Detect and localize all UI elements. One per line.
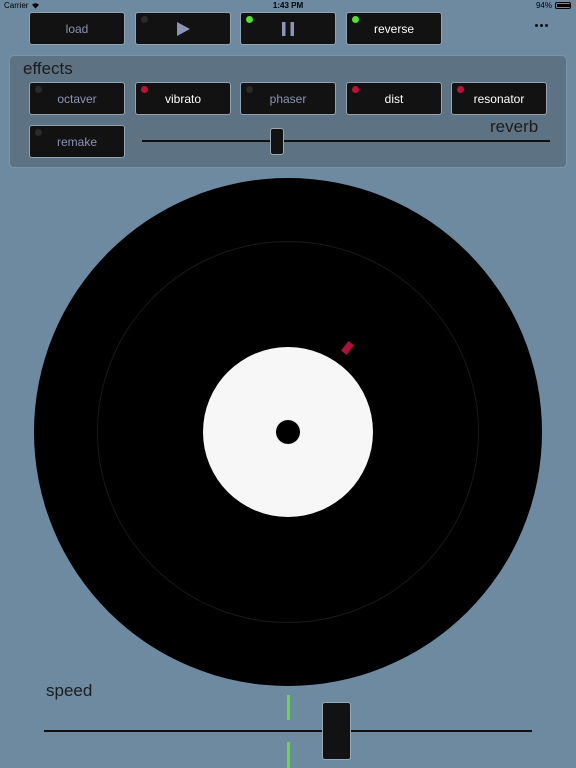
- fx-label: resonator: [473, 91, 525, 106]
- fx-button-resonator[interactable]: resonator: [451, 82, 547, 115]
- speed-label: speed: [46, 681, 93, 700]
- fx-button-phaser[interactable]: phaser: [240, 82, 336, 115]
- remake-label: remake: [56, 134, 97, 149]
- reverse-button[interactable]: reverse: [346, 12, 442, 45]
- speed-slider-track[interactable]: [44, 730, 532, 732]
- speed-center-line-top: [287, 695, 290, 720]
- fx-button-octaver[interactable]: octaver: [29, 82, 125, 115]
- reverse-led: [352, 16, 359, 23]
- load-button[interactable]: load: [29, 12, 125, 45]
- battery-indicator: 94%: [536, 1, 571, 10]
- fx-button-dist[interactable]: dist: [346, 82, 442, 115]
- fx-label: dist: [384, 91, 404, 106]
- effects-title: effects: [23, 59, 73, 78]
- fx-led: [246, 86, 253, 93]
- load-label: load: [65, 21, 89, 36]
- more-icon[interactable]: [535, 24, 548, 27]
- fx-led: [457, 86, 464, 93]
- pause-icon: [282, 21, 294, 36]
- fx-label: vibrato: [164, 91, 202, 106]
- pause-button[interactable]: [240, 12, 336, 45]
- reverb-slider-thumb[interactable]: [269, 128, 284, 155]
- speed-center-line-bottom: [287, 742, 290, 768]
- battery-icon: [555, 2, 571, 9]
- fx-led: [141, 86, 148, 93]
- remake-led: [35, 129, 42, 136]
- fx-button-vibrato[interactable]: vibrato: [135, 82, 231, 115]
- reverb-slider-track[interactable]: [142, 140, 550, 142]
- fx-led: [352, 86, 359, 93]
- fx-led: [35, 86, 42, 93]
- battery-percent: 94%: [535, 1, 552, 10]
- pause-led: [246, 16, 253, 23]
- play-icon: [177, 21, 190, 36]
- status-bar: Carrier 1:43 PM 94%: [0, 0, 576, 12]
- play-button[interactable]: [135, 12, 231, 45]
- speed-slider-thumb[interactable]: [322, 702, 352, 760]
- remake-button[interactable]: remake: [29, 125, 125, 158]
- reverse-label: reverse: [373, 21, 414, 36]
- clock: 1:43 PM: [272, 1, 304, 10]
- fx-label: octaver: [57, 91, 97, 106]
- reverb-label: reverb: [490, 117, 539, 136]
- play-led: [141, 16, 148, 23]
- fx-label: phaser: [269, 91, 307, 106]
- record-spindle: [276, 420, 300, 444]
